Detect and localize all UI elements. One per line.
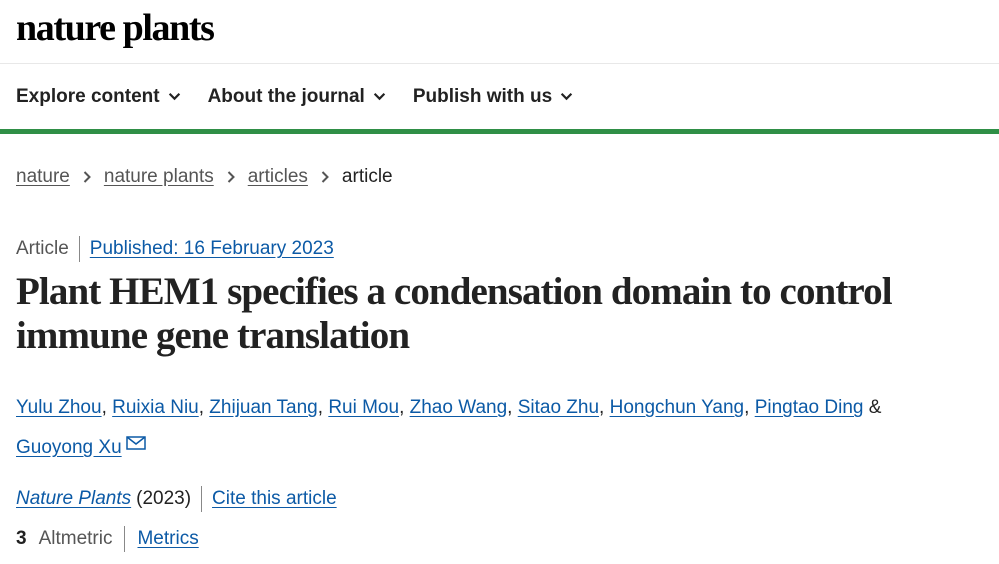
- nav-publish-with-us[interactable]: Publish with us: [413, 86, 573, 108]
- author-separator: ,: [744, 397, 755, 418]
- masthead: nature plants: [0, 0, 999, 64]
- journal-name-link[interactable]: Nature Plants: [16, 486, 131, 512]
- nav-item-label: About the journal: [207, 85, 365, 107]
- publication-year: (2023): [136, 486, 203, 512]
- author-link[interactable]: Hongchun Yang: [610, 397, 745, 418]
- chevron-down-icon: [168, 93, 180, 101]
- breadcrumb-articles[interactable]: articles: [248, 166, 308, 188]
- breadcrumb-nature[interactable]: nature: [16, 166, 70, 188]
- article-title: Plant HEM1 specifies a condensation doma…: [16, 270, 893, 357]
- chevron-right-icon: [227, 171, 235, 183]
- author-link[interactable]: Sitao Zhu: [518, 397, 599, 418]
- nav-about-journal[interactable]: About the journal: [208, 86, 386, 108]
- author-link[interactable]: Zhijuan Tang: [209, 397, 317, 418]
- author-separator: ,: [317, 397, 329, 418]
- chevron-right-icon: [321, 171, 329, 183]
- article-meta: Article Published: 16 February 2023: [16, 236, 334, 262]
- author-separator: ,: [599, 397, 610, 418]
- author-last-separator: &: [863, 397, 887, 418]
- author-separator: ,: [101, 397, 113, 418]
- altmetric-label: Altmetric: [39, 526, 126, 552]
- chevron-down-icon: [373, 93, 385, 101]
- metrics-link[interactable]: Metrics: [125, 526, 198, 552]
- author-link[interactable]: Ruixia Niu: [112, 397, 199, 418]
- nav-explore-content[interactable]: Explore content: [16, 86, 181, 108]
- altmetric-score: 3: [16, 528, 27, 549]
- author-separator: ,: [507, 397, 518, 418]
- breadcrumb-nature-plants[interactable]: nature plants: [104, 166, 214, 188]
- main-nav: Explore content About the journal Publis…: [0, 64, 999, 134]
- nav-item-label: Publish with us: [412, 85, 553, 107]
- published-date-link[interactable]: Published: 16 February 2023: [80, 238, 334, 260]
- nav-item-label: Explore content: [16, 85, 160, 107]
- author-link[interactable]: Pingtao Ding: [755, 397, 864, 418]
- author-link[interactable]: Zhao Wang: [410, 397, 508, 418]
- breadcrumb-current: article: [341, 166, 393, 187]
- mail-icon[interactable]: [125, 436, 146, 450]
- journal-logo[interactable]: nature plants: [16, 6, 215, 50]
- citation-line: Nature Plants (2023) Cite this article: [16, 486, 337, 512]
- breadcrumb: nature nature plants articles article: [16, 166, 393, 188]
- author-link[interactable]: Rui Mou: [328, 397, 399, 418]
- chevron-right-icon: [83, 171, 91, 183]
- author-link[interactable]: Yulu Zhou: [16, 397, 102, 418]
- cite-article-link[interactable]: Cite this article: [202, 486, 337, 512]
- chevron-down-icon: [561, 93, 573, 101]
- author-separator: ,: [399, 397, 410, 418]
- article-type: Article: [16, 236, 80, 262]
- metrics-bar: 3 Altmetric Metrics: [16, 526, 199, 552]
- author-link[interactable]: Guoyong Xu: [16, 437, 122, 458]
- author-list: Yulu Zhou, Ruixia Niu, Zhijuan Tang, Rui…: [16, 388, 976, 468]
- author-separator: ,: [198, 397, 210, 418]
